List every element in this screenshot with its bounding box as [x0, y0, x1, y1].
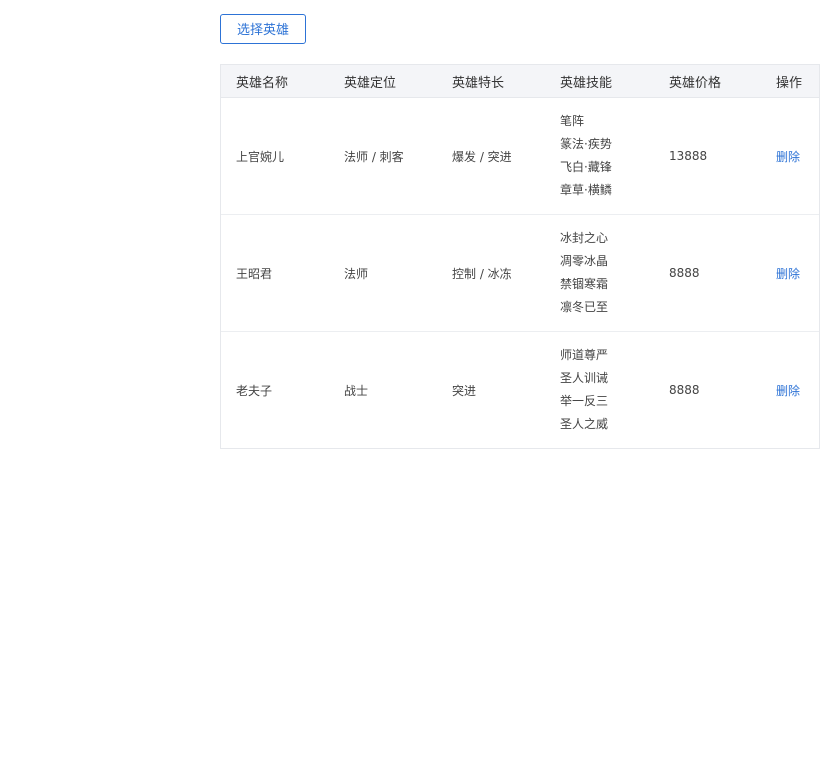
hero-name-cell: 王昭君 — [221, 214, 329, 332]
column-header-role: 英雄定位 — [329, 65, 437, 98]
skill-item: 笔阵 — [560, 114, 585, 128]
hero-specialty-cell: 突进 — [452, 383, 477, 398]
hero-role-cell: 法师 — [329, 214, 437, 332]
skill-item: 章草·横鳞 — [560, 183, 612, 197]
delete-link[interactable]: 删除 — [776, 150, 800, 164]
hero-specialty-cell: 控制 / 冰冻 — [437, 214, 545, 332]
skill-item: 飞白·藏锋 — [560, 160, 612, 174]
hero-name-cell: 老夫子 — [236, 383, 273, 398]
hero-price-cell: 8888 — [669, 383, 700, 397]
table-body: 上官婉儿 法师 / 刺客 爆发 / 突进 笔阵 篆法·疾势 飞白·藏锋 章草·横… — [221, 97, 819, 449]
column-header-skills: 英雄技能 — [545, 65, 654, 98]
action-cell: 删除 — [761, 97, 819, 215]
hero-price-cell: 13888 — [654, 97, 761, 215]
page: 选择英雄 英雄名称 英雄定位 英雄特长 英雄技能 英雄价格 操作 上官婉儿 法师 — [0, 0, 838, 760]
hero-role-cell: 战士 — [344, 383, 369, 398]
column-header-specialty: 英雄特长 — [437, 65, 545, 98]
select-hero-button[interactable]: 选择英雄 — [220, 14, 306, 44]
hero-role-cell: 法师 / 刺客 — [329, 97, 437, 215]
skill-item: 举一反三 — [560, 394, 609, 408]
hero-skills-cell: 师道尊严 圣人训诫 举一反三 圣人之威 — [545, 332, 654, 449]
column-header-price: 英雄价格 — [654, 65, 761, 98]
skill-item: 冰封之心 — [560, 231, 609, 245]
hero-price-cell: 8888 — [654, 214, 761, 332]
table-row: 老夫子 战士 突进 师道尊严 圣人训诫 举一反三 圣人之威 8888 删除 — [221, 332, 819, 449]
action-cell: 删除 — [761, 214, 819, 332]
hero-skills-cell: 冰封之心 凋零冰晶 禁锢寒霜 凛冬已至 — [545, 214, 654, 332]
skill-item: 师道尊严 — [560, 348, 609, 362]
skill-item: 圣人之威 — [560, 417, 609, 431]
skill-item: 凋零冰晶 — [560, 254, 609, 268]
skill-item: 凛冬已至 — [560, 300, 609, 314]
table-row: 王昭君 法师 控制 / 冰冻 冰封之心 凋零冰晶 禁锢寒霜 凛冬已至 8888 … — [221, 214, 819, 332]
skill-item: 篆法·疾势 — [560, 137, 612, 151]
table-header-row: 英雄名称 英雄定位 英雄特长 英雄技能 英雄价格 操作 — [221, 65, 819, 98]
skill-item: 圣人训诫 — [560, 371, 609, 385]
hero-table: 英雄名称 英雄定位 英雄特长 英雄技能 英雄价格 操作 上官婉儿 法师 / 刺客… — [220, 64, 820, 449]
action-cell: 删除 — [761, 332, 819, 449]
column-header-action: 操作 — [761, 65, 819, 98]
hero-name-cell: 上官婉儿 — [221, 97, 329, 215]
delete-link[interactable]: 删除 — [776, 267, 800, 281]
hero-skills-cell: 笔阵 篆法·疾势 飞白·藏锋 章草·横鳞 — [545, 97, 654, 215]
table-row: 上官婉儿 法师 / 刺客 爆发 / 突进 笔阵 篆法·疾势 飞白·藏锋 章草·横… — [221, 97, 819, 215]
delete-link[interactable]: 删除 — [776, 384, 800, 398]
column-header-name: 英雄名称 — [221, 65, 329, 98]
hero-specialty-cell: 爆发 / 突进 — [437, 97, 545, 215]
skill-item: 禁锢寒霜 — [560, 277, 609, 291]
table-header: 英雄名称 英雄定位 英雄特长 英雄技能 英雄价格 操作 — [221, 65, 819, 98]
